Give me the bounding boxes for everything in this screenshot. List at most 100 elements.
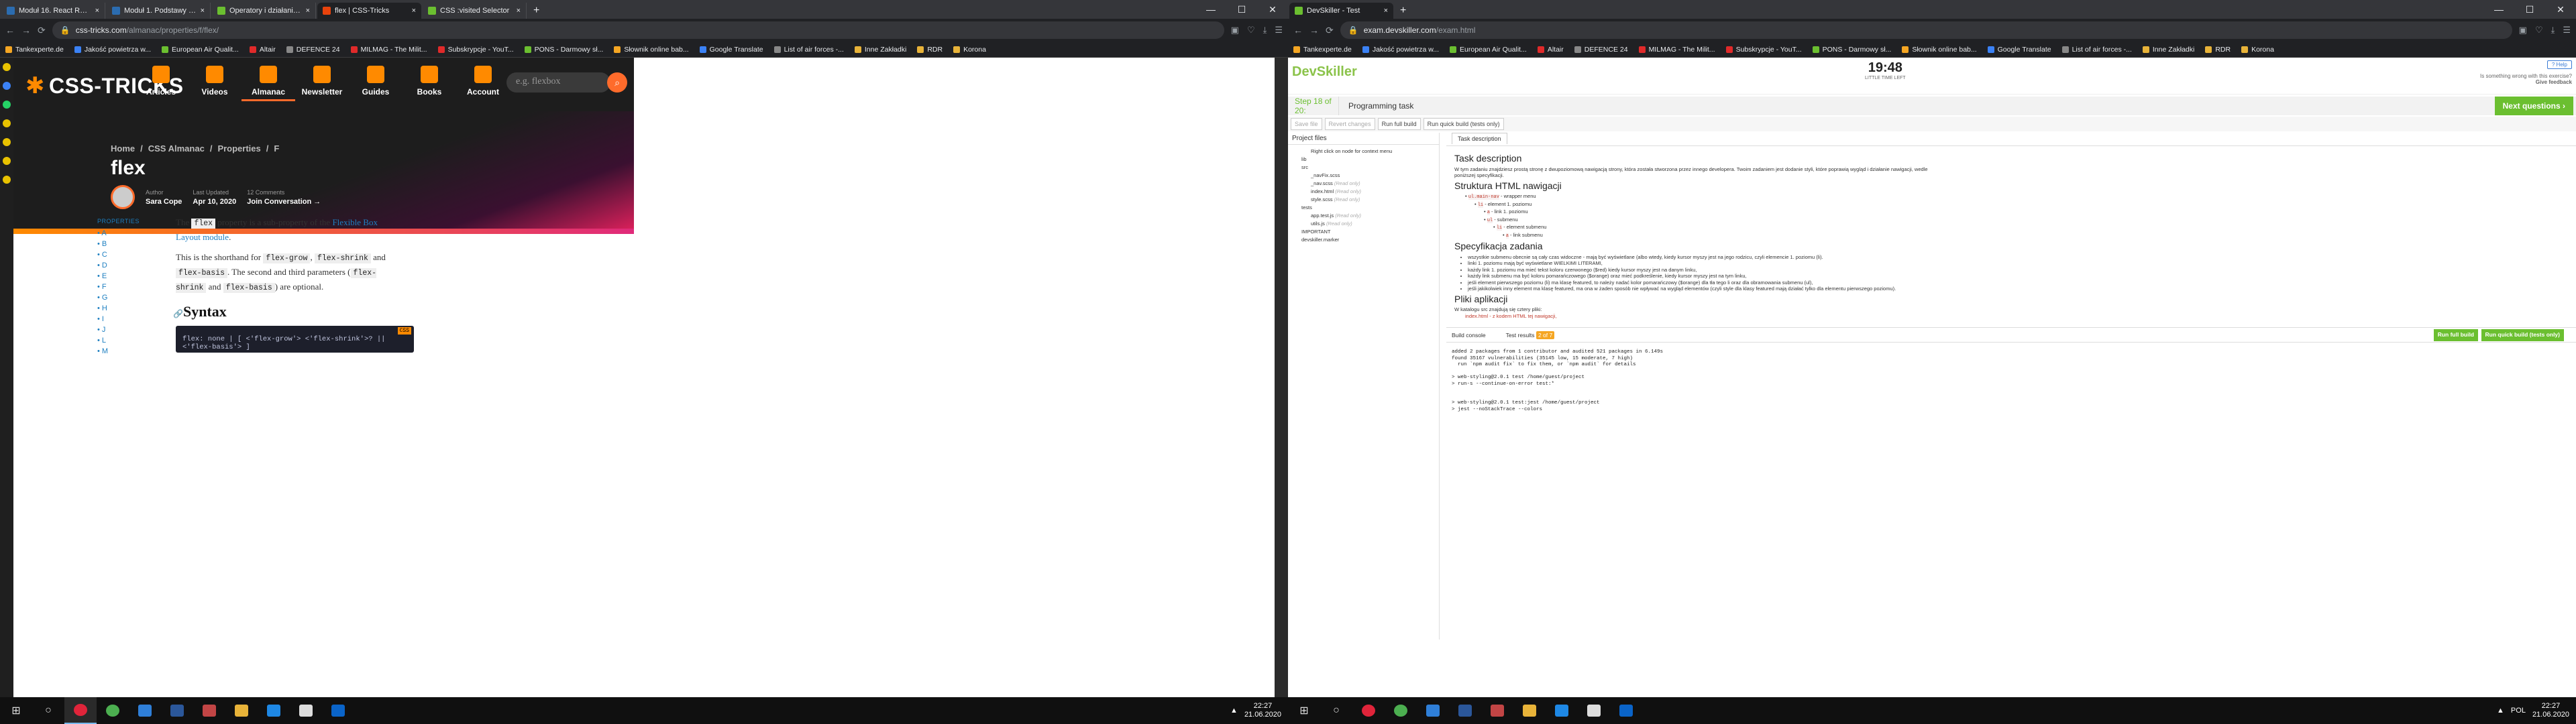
address-bar[interactable]: 🔒 css-tricks.com/almanac/properties/f/fl…: [52, 21, 1224, 39]
bookmark-item[interactable]: Subskrypcje - YouT...: [1725, 46, 1802, 54]
tree-node[interactable]: src: [1292, 164, 1435, 172]
bookmark-item[interactable]: Tankexperte.de: [5, 46, 64, 54]
back-icon[interactable]: ←: [1293, 25, 1303, 36]
property-letter-link[interactable]: • C: [97, 249, 140, 260]
minimize-button[interactable]: —: [2483, 0, 2514, 19]
browser-tab[interactable]: Moduł 16. React Redux ×: [1, 3, 105, 19]
bookmark-item[interactable]: Altair: [249, 46, 276, 54]
nav-item-videos[interactable]: Videos: [188, 66, 241, 101]
app-icon[interactable]: [1481, 697, 1513, 724]
browser-tab[interactable]: flex | CSS-Tricks ×: [317, 3, 421, 19]
close-tab-icon[interactable]: ×: [517, 7, 521, 15]
tree-node[interactable]: IMPORTANT: [1292, 228, 1435, 236]
close-tab-icon[interactable]: ×: [1384, 7, 1388, 15]
tab-task-description[interactable]: Task description: [1452, 133, 1507, 144]
breadcrumb-item[interactable]: F: [274, 143, 279, 154]
property-letter-link[interactable]: • L: [97, 335, 140, 346]
search-icon[interactable]: ○: [32, 697, 64, 724]
clock[interactable]: 22:27 21.06.2020: [2532, 702, 2569, 719]
history-icon[interactable]: [3, 138, 11, 146]
tree-node[interactable]: index.html (Read only): [1292, 188, 1435, 196]
next-questions-button[interactable]: Next questions ›: [2494, 97, 2573, 115]
tree-node[interactable]: utils.js (Read only): [1292, 220, 1435, 228]
property-letter-link[interactable]: • A: [97, 228, 140, 239]
bookmark-item[interactable]: RDR: [917, 46, 943, 54]
tree-node[interactable]: tests: [1292, 204, 1435, 212]
opera-icon[interactable]: [1352, 697, 1385, 724]
run-full-build-button[interactable]: Run full build: [2433, 329, 2478, 341]
bookmark-item[interactable]: MILMAG - The Milit...: [350, 46, 427, 54]
tree-node[interactable]: _nav.scss (Read only): [1292, 180, 1435, 188]
close-tab-icon[interactable]: ×: [412, 7, 416, 15]
help-button[interactable]: ? Help: [2546, 60, 2572, 69]
folder-icon[interactable]: [1513, 697, 1546, 724]
tree-node[interactable]: Right click on node for context menu: [1292, 147, 1435, 156]
reload-icon[interactable]: ⟳: [1326, 25, 1334, 36]
outlook-icon[interactable]: [322, 697, 354, 724]
bookmark-item[interactable]: Subskrypcje - YouT...: [437, 46, 514, 54]
forward-icon[interactable]: →: [1309, 25, 1319, 36]
minimize-button[interactable]: —: [1195, 0, 1226, 19]
close-tab-icon[interactable]: ×: [201, 7, 205, 15]
tree-node[interactable]: style.scss (Read only): [1292, 196, 1435, 204]
close-button[interactable]: ✕: [2545, 0, 2576, 19]
bookmark-item[interactable]: Inne Zakładki: [854, 46, 906, 54]
chrome-icon[interactable]: [97, 697, 129, 724]
menu-icon[interactable]: ☰: [1275, 25, 1283, 36]
join-conversation-link[interactable]: Join Conversation →: [247, 198, 321, 206]
give-feedback-link[interactable]: Give feedback: [2536, 79, 2572, 85]
reload-icon[interactable]: ⟳: [38, 25, 46, 36]
outlook-icon[interactable]: [1610, 697, 1642, 724]
property-letter-link[interactable]: • E: [97, 271, 140, 282]
network-icon[interactable]: ▲: [1230, 707, 1238, 715]
clock[interactable]: 22:27 21.06.2020: [1244, 702, 1281, 719]
nav-item-account[interactable]: Account: [456, 66, 510, 101]
toolbar-button[interactable]: Save file: [1291, 118, 1322, 130]
language-indicator[interactable]: POL: [2511, 707, 2526, 715]
tree-node[interactable]: lib: [1292, 156, 1435, 164]
tree-node[interactable]: _navFix.scss: [1292, 172, 1435, 180]
notepad-icon[interactable]: [290, 697, 322, 724]
property-letter-link[interactable]: • B: [97, 239, 140, 249]
nav-item-newsletter[interactable]: Newsletter: [295, 66, 349, 101]
extensions-icon[interactable]: [3, 157, 11, 165]
nav-item-almanac[interactable]: Almanac: [241, 66, 295, 101]
tab-devskiller[interactable]: DevSkiller - Test ×: [1289, 3, 1393, 19]
vscode-icon[interactable]: [1546, 697, 1578, 724]
toolbar-button[interactable]: Revert changes: [1324, 118, 1375, 130]
site-search-input[interactable]: e.g. flexbox: [506, 72, 610, 93]
nav-item-guides[interactable]: Guides: [349, 66, 402, 101]
download-icon[interactable]: ⤓: [1263, 25, 1267, 36]
start-icon[interactable]: ⊞: [1288, 697, 1320, 724]
toolbar-button[interactable]: Run full build: [1377, 118, 1421, 130]
bookmark-item[interactable]: PONS - Darmowy sł...: [1812, 46, 1891, 54]
back-icon[interactable]: ←: [5, 25, 15, 36]
bookmark-item[interactable]: DEFENCE 24: [286, 46, 340, 54]
bookmark-item[interactable]: DEFENCE 24: [1574, 46, 1628, 54]
run-quick-build-button[interactable]: Run quick build (tests only): [2481, 329, 2564, 341]
bookmark-item[interactable]: Jakość powietrza w...: [74, 46, 151, 54]
bookmark-item[interactable]: Słownik online bab...: [1902, 46, 1977, 54]
tree-node[interactable]: app.test.js (Read only): [1292, 212, 1435, 220]
app-icon[interactable]: [193, 697, 225, 724]
bookmark-item[interactable]: MILMAG - The Milit...: [1638, 46, 1715, 54]
close-tab-icon[interactable]: ×: [306, 7, 310, 15]
bookmark-item[interactable]: Inne Zakładki: [2142, 46, 2194, 54]
breadcrumb-item[interactable]: Properties: [217, 143, 260, 154]
bookmark-item[interactable]: European Air Qualit...: [1450, 46, 1527, 54]
avatar[interactable]: [111, 185, 135, 209]
browser-tab[interactable]: Operatory i działania - Pro ×: [212, 3, 316, 19]
opera-icon[interactable]: [64, 697, 97, 724]
new-tab-button[interactable]: +: [1393, 3, 1413, 19]
bookmark-item[interactable]: Korona: [2241, 46, 2274, 54]
toolbar-button[interactable]: Run quick build (tests only): [1423, 118, 1504, 130]
maximize-button[interactable]: ☐: [1226, 0, 1257, 19]
bookmark-item[interactable]: Tankexperte.de: [1293, 46, 1352, 54]
nav-item-articles[interactable]: Articles: [134, 66, 188, 101]
close-tab-icon[interactable]: ×: [95, 7, 99, 15]
property-letter-link[interactable]: • J: [97, 324, 140, 335]
property-letter-link[interactable]: • H: [97, 303, 140, 314]
new-tab-button[interactable]: +: [527, 3, 546, 19]
settings-icon[interactable]: [3, 176, 11, 184]
bookmark-item[interactable]: List of air forces -...: [773, 46, 844, 54]
